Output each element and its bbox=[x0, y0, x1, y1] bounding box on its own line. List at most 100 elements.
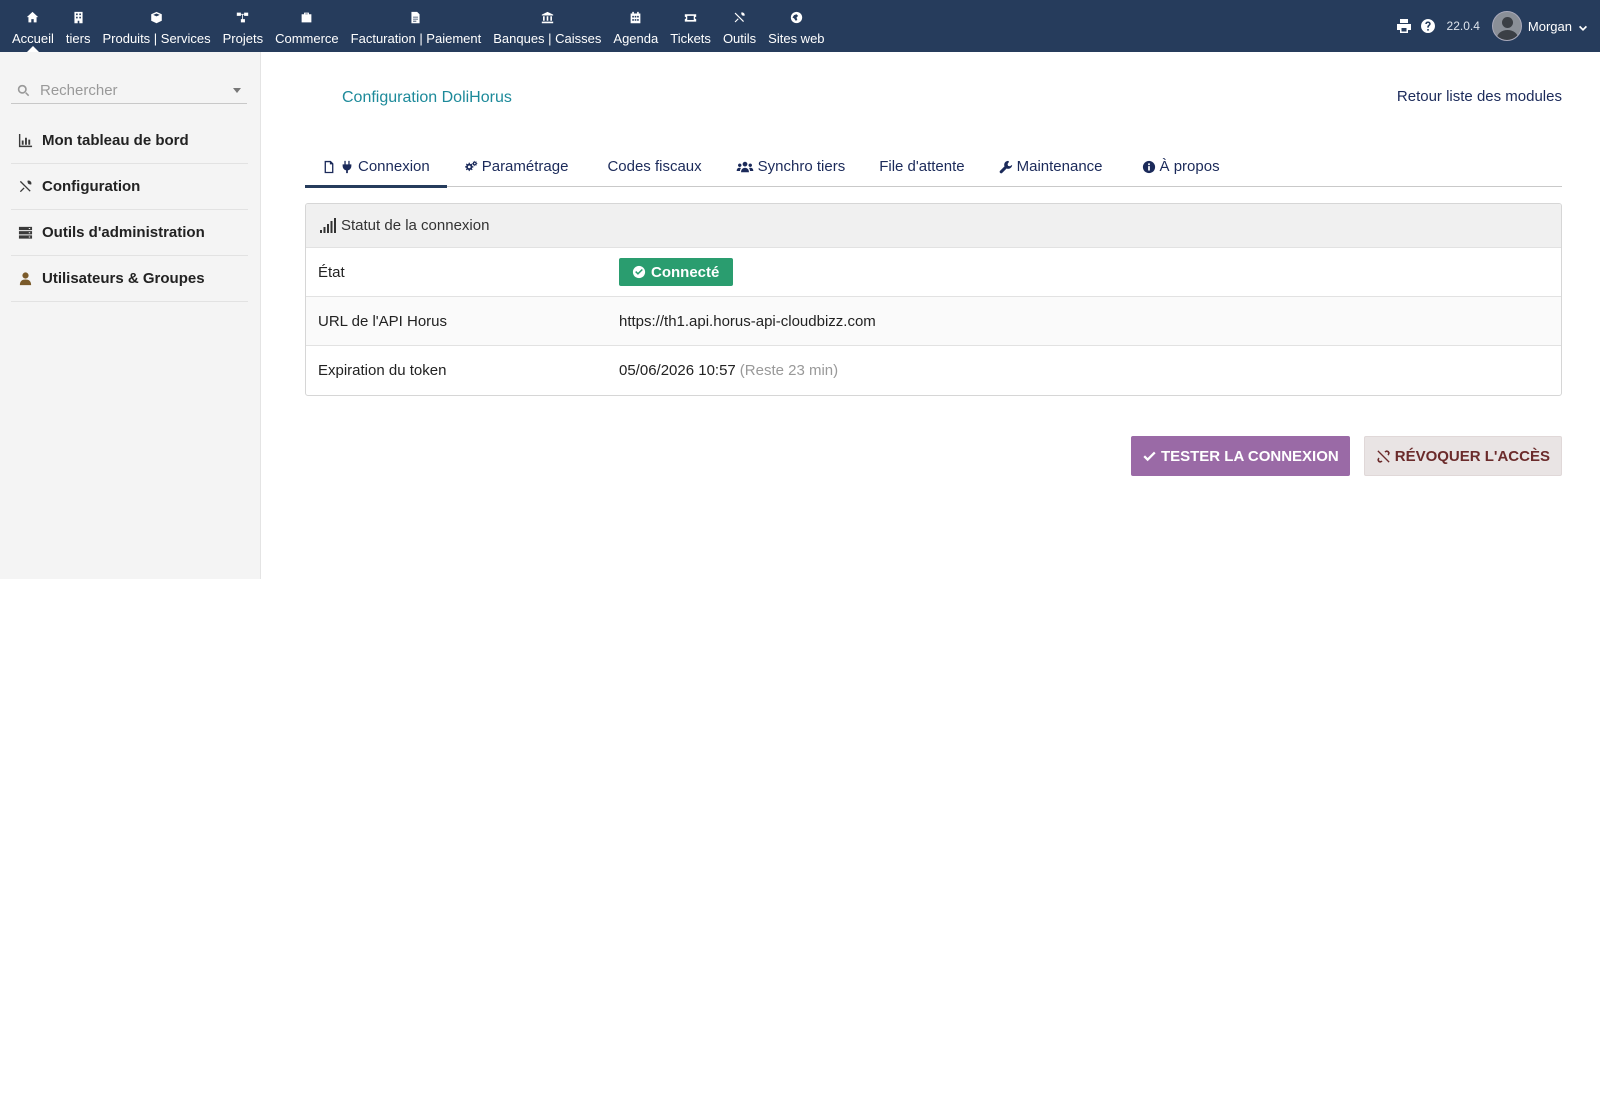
sidebar-item-label: Outils d'administration bbox=[42, 224, 205, 241]
caret-down-icon[interactable] bbox=[233, 88, 241, 93]
token-expiration-value: 05/06/2026 10:57 bbox=[619, 362, 736, 379]
left-sidebar: Mon tableau de bord Configuration Outils… bbox=[0, 52, 261, 579]
ticket-icon bbox=[684, 14, 697, 22]
sitemap-icon bbox=[237, 12, 249, 23]
test-connection-button[interactable]: Tester la connexion bbox=[1130, 436, 1350, 476]
tab-label: File d'attente bbox=[879, 158, 965, 175]
topmenu-projets[interactable]: Projets bbox=[217, 0, 269, 52]
tab-label: Paramétrage bbox=[481, 158, 569, 175]
check-icon bbox=[1143, 451, 1156, 461]
topmenu-label: tiers bbox=[65, 31, 91, 46]
tab-parametrage[interactable]: Paramétrage bbox=[447, 146, 586, 187]
topmenu-produits-services[interactable]: Produits | Services bbox=[96, 0, 216, 52]
topmenu-label: Commerce bbox=[275, 31, 339, 46]
tools-icon bbox=[19, 180, 32, 193]
topmenu-label: Outils bbox=[722, 31, 757, 46]
topmenu-facturation-paiement[interactable]: Facturation | Paiement bbox=[345, 0, 488, 52]
topmenu-label: Banques | Caisses bbox=[493, 31, 602, 46]
tab-synchro-tiers[interactable]: Synchro tiers bbox=[719, 146, 863, 187]
sidebar-item-tableau-de-bord[interactable]: Mon tableau de bord bbox=[11, 118, 248, 164]
sidebar-search[interactable] bbox=[11, 78, 247, 104]
sidebar-item-configuration[interactable]: Configuration bbox=[11, 164, 248, 210]
status-badge: Connecté bbox=[619, 258, 734, 286]
row-label: URL de l'API Horus bbox=[318, 312, 448, 330]
topmenu-agenda[interactable]: Agenda bbox=[607, 0, 664, 52]
invoice-icon bbox=[411, 11, 421, 24]
button-label: Tester la connexion bbox=[1160, 447, 1339, 465]
token-remaining-note: (Reste 23 min) bbox=[739, 362, 839, 379]
topmenu-label: Sites web bbox=[768, 31, 825, 46]
topmenu-label: Tickets bbox=[670, 31, 711, 46]
building-icon bbox=[74, 11, 83, 24]
panel-header: Statut de la connexion bbox=[306, 204, 1561, 248]
bank-icon bbox=[541, 11, 553, 24]
chevron-down-icon[interactable] bbox=[1578, 21, 1588, 31]
avatar[interactable] bbox=[1491, 11, 1522, 41]
print-icon[interactable] bbox=[1395, 17, 1413, 35]
tab-codes-fiscaux[interactable]: Codes fiscaux bbox=[585, 146, 718, 187]
button-label: Révoquer l'accès bbox=[1394, 447, 1550, 465]
sidebar-menu: Mon tableau de bord Configuration Outils… bbox=[11, 118, 248, 302]
cogs-icon bbox=[464, 160, 478, 171]
api-url-value: https://th1.api.horus-api-cloudbizz.com bbox=[619, 312, 876, 330]
unlink-icon bbox=[1377, 449, 1390, 463]
sidebar-item-label: Configuration bbox=[42, 178, 141, 195]
topmenu-accueil[interactable]: Accueil bbox=[6, 0, 60, 52]
tab-label: Synchro tiers bbox=[757, 158, 846, 175]
top-menu: Accueil tiers Produits | Services Projet… bbox=[6, 0, 831, 52]
tab-label: Connexion bbox=[358, 158, 430, 175]
help-icon[interactable] bbox=[1419, 17, 1437, 35]
topmenu-banques-caisses[interactable]: Banques | Caisses bbox=[487, 0, 607, 52]
search-icon bbox=[17, 84, 30, 97]
topmenu-label: Projets bbox=[222, 31, 264, 46]
topmenu-outils[interactable]: Outils bbox=[717, 0, 762, 52]
table-row: Expiration du token 05/06/2026 10:57 (Re… bbox=[306, 346, 1561, 395]
panel-title: Statut de la connexion bbox=[341, 217, 490, 234]
table-row: URL de l'API Horus https://th1.api.horus… bbox=[306, 297, 1561, 346]
tools-icon bbox=[734, 12, 745, 23]
sidebar-item-outils-administration[interactable]: Outils d'administration bbox=[11, 210, 248, 256]
server-icon bbox=[18, 226, 33, 239]
tab-connexion[interactable]: Connexion bbox=[305, 146, 447, 188]
topmenu-label: Facturation | Paiement bbox=[350, 31, 482, 46]
globe-icon bbox=[790, 11, 803, 24]
sidebar-item-label: Mon tableau de bord bbox=[42, 132, 189, 149]
topmenu-sites-web[interactable]: Sites web bbox=[762, 0, 830, 52]
wrench-icon bbox=[999, 160, 1012, 173]
sidebar-item-label: Utilisateurs & Groupes bbox=[42, 270, 205, 287]
top-navbar: Accueil tiers Produits | Services Projet… bbox=[0, 0, 1600, 52]
users-icon bbox=[736, 161, 753, 172]
tab-label: Codes fiscaux bbox=[607, 158, 702, 175]
cube-icon bbox=[151, 11, 162, 24]
tab-a-propos[interactable]: À propos bbox=[1120, 146, 1237, 187]
table-row: État Connecté bbox=[306, 248, 1561, 297]
row-label: État bbox=[318, 263, 345, 281]
search-input[interactable] bbox=[40, 82, 220, 99]
topmenu-tiers[interactable]: tiers bbox=[60, 0, 97, 52]
tab-maintenance[interactable]: Maintenance bbox=[982, 146, 1120, 187]
action-buttons: Tester la connexion Révoquer l'accès bbox=[1130, 436, 1562, 476]
tab-label: Maintenance bbox=[1016, 158, 1103, 175]
user-icon bbox=[19, 272, 32, 286]
tab-bar: Connexion Paramétrage Codes fiscaux Sync… bbox=[305, 146, 1562, 188]
home-icon bbox=[27, 11, 39, 23]
row-value: 05/06/2026 10:57 (Reste 23 min) bbox=[619, 362, 838, 379]
suitcase-icon bbox=[302, 12, 312, 23]
connection-status-panel: Statut de la connexion État Connecté URL… bbox=[305, 203, 1562, 396]
row-label: Expiration du token bbox=[318, 362, 447, 379]
tab-file-attente[interactable]: File d'attente bbox=[862, 146, 981, 187]
signal-icon bbox=[320, 218, 336, 233]
row-value: Connecté bbox=[619, 258, 734, 286]
topmenu-label: Accueil bbox=[12, 31, 54, 46]
username[interactable]: Morgan bbox=[1528, 19, 1572, 34]
revoke-access-button[interactable]: Révoquer l'accès bbox=[1363, 436, 1562, 476]
back-to-modules-link[interactable]: Retour liste des modules bbox=[1397, 88, 1562, 105]
sidebar-item-utilisateurs-groupes[interactable]: Utilisateurs & Groupes bbox=[11, 256, 248, 302]
topmenu-tickets[interactable]: Tickets bbox=[664, 0, 717, 52]
topmenu-label: Produits | Services bbox=[102, 31, 211, 46]
page-title: Configuration DoliHorus bbox=[342, 89, 512, 106]
tab-label: À propos bbox=[1159, 158, 1220, 175]
file-icon bbox=[324, 160, 334, 173]
topmenu-commerce[interactable]: Commerce bbox=[269, 0, 345, 52]
chart-bar-icon bbox=[18, 133, 33, 148]
